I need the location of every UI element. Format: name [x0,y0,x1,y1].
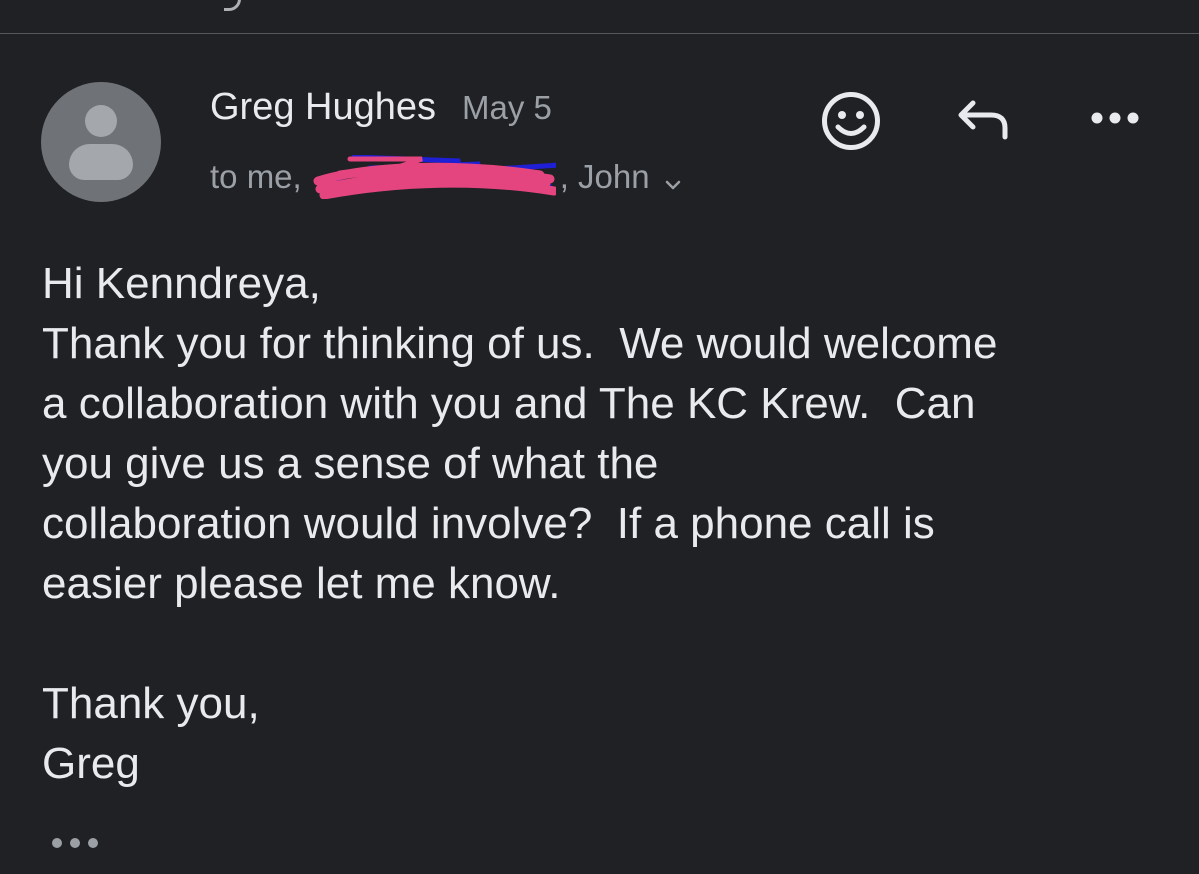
horizontal-ellipsis-icon [1091,112,1139,124]
sender-line: Greg Hughes May 5 [210,86,552,134]
sender-name[interactable]: Greg Hughes [210,86,436,129]
show-quoted-text-button[interactable] [40,826,110,860]
avatar-head-shape [85,105,117,137]
divider [0,33,1199,34]
previous-message-remnant [0,0,1199,34]
ellipsis-icon [52,838,98,848]
avatar[interactable] [41,82,161,202]
message-date: May 5 [462,89,552,126]
reply-button[interactable] [950,92,1016,148]
message-paragraph: Thank you for thinking of us. We would w… [42,319,998,608]
smiley-face-icon [822,92,880,150]
avatar-body-shape [69,144,133,180]
recipients-toggle[interactable]: to me, , John [210,155,684,199]
chevron-down-icon [662,166,684,190]
redaction-scribble [310,155,556,199]
closing: Thank you, [42,679,260,728]
signature: Greg [42,739,140,788]
more-options-button[interactable] [1082,100,1148,136]
recipients-visible-name: , John [559,158,650,195]
add-reaction-button[interactable] [818,88,884,154]
text-fragment [224,0,241,11]
greeting: Hi Kenndreya, [42,259,321,308]
recipients-prefix: to me, [210,158,302,195]
message-body: Hi Kenndreya, Thank you for thinking of … [42,254,1162,794]
reply-arrow-icon [958,100,1008,140]
